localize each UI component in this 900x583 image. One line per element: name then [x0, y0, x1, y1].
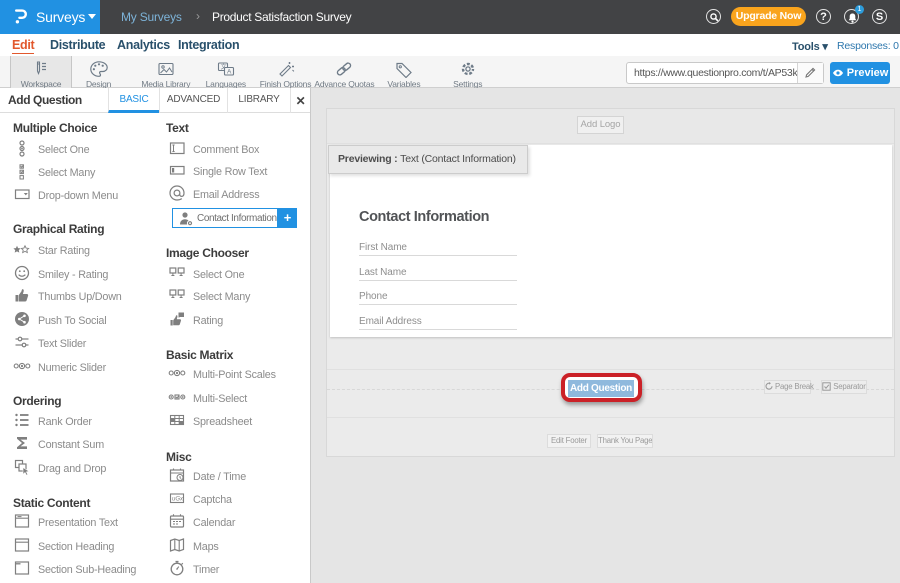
svg-text:uGx: uGx	[172, 497, 184, 503]
svg-text:A: A	[227, 69, 232, 76]
